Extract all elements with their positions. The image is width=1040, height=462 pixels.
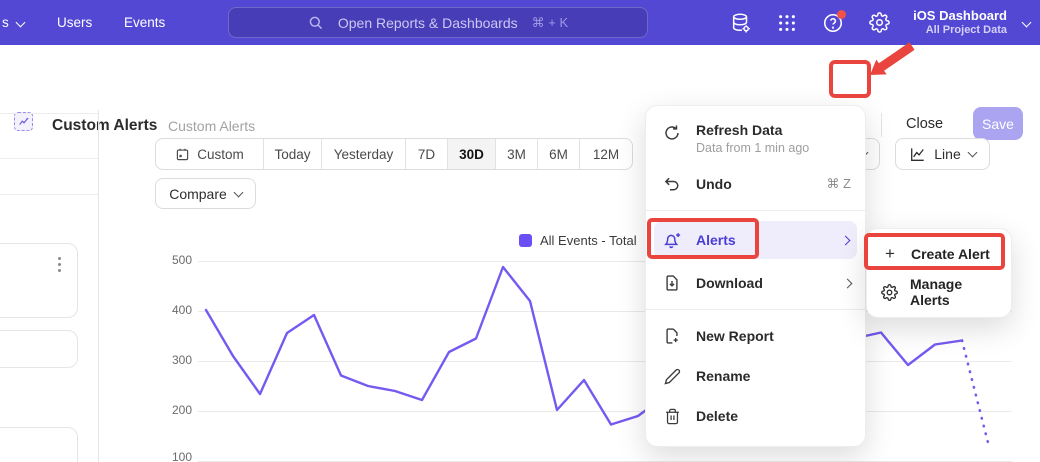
sidebar-card[interactable]	[0, 427, 78, 462]
project-switcher[interactable]: iOS Dashboard All Project Data	[913, 8, 1007, 38]
undo-shortcut: ⌘ Z	[826, 176, 851, 192]
global-search[interactable]: Open Reports & Dashboards ⌘ + K	[228, 7, 648, 38]
chevron-down-icon	[15, 18, 25, 28]
range-30d-selected[interactable]: 30D	[448, 139, 496, 169]
sidebar-row-divider	[0, 158, 98, 159]
breadcrumb[interactable]: Custom Alerts	[168, 118, 255, 134]
chevron-right-icon	[841, 235, 851, 245]
top-nav-bar: s Users Events Open Reports & Dashboards…	[0, 0, 1040, 45]
calendar-icon	[175, 147, 190, 162]
undo-icon	[662, 175, 682, 193]
range-12m[interactable]: 12M	[580, 139, 632, 169]
gear-icon	[881, 284, 898, 301]
legend-label: All Events - Total	[540, 233, 637, 248]
submenu-item-create-alert[interactable]: + Create Alert	[867, 235, 1011, 273]
y-axis-tick: 100	[160, 450, 192, 462]
y-axis-tick: 400	[160, 303, 192, 317]
project-chevron-down-icon	[1022, 18, 1032, 28]
file-plus-icon	[662, 327, 682, 345]
nav-item-users[interactable]: Users	[57, 0, 92, 45]
line-chart-icon	[909, 146, 926, 163]
plus-icon: +	[881, 244, 899, 264]
alert-bell-plus-icon	[662, 231, 682, 250]
menu-divider	[646, 210, 865, 211]
save-button[interactable]: Save	[973, 107, 1023, 140]
report-header-bar: Custom Alerts Custom Alerts GV Duplicate…	[0, 45, 1040, 108]
data-management-icon[interactable]	[729, 11, 753, 35]
project-name: iOS Dashboard	[913, 8, 1007, 24]
alerts-submenu: + Create Alert Manage Alerts	[866, 228, 1012, 318]
refresh-sublabel: Data from 1 min ago	[696, 141, 809, 155]
close-button[interactable]: Close	[906, 116, 943, 132]
menu-item-rename[interactable]: Rename	[646, 356, 865, 396]
legend-swatch	[519, 234, 532, 247]
y-axis-tick: 300	[160, 353, 192, 367]
kebab-menu-icon[interactable]	[58, 257, 61, 272]
chart-type-button[interactable]: Line	[895, 138, 990, 170]
pencil-icon	[662, 368, 682, 385]
menu-item-new-report[interactable]: New Report	[646, 316, 865, 356]
range-7d[interactable]: 7D	[406, 139, 448, 169]
download-file-icon	[662, 274, 682, 292]
sidebar-card[interactable]	[0, 243, 78, 318]
chart-legend[interactable]: All Events - Total	[519, 233, 637, 248]
search-icon	[308, 15, 324, 31]
help-icon[interactable]	[821, 11, 845, 35]
menu-divider	[646, 309, 865, 310]
settings-gear-icon[interactable]	[867, 11, 891, 35]
sidebar-row-divider	[0, 194, 98, 195]
menu-item-refresh-data[interactable]: Refresh Data Data from 1 min ago	[646, 114, 865, 164]
page-title: Custom Alerts	[52, 117, 157, 135]
apps-grid-icon[interactable]	[775, 11, 799, 35]
sidebar-divider	[98, 110, 99, 462]
date-range-segmented-control: Custom Today Yesterday 7D 30D 3M 6M 12M	[155, 138, 633, 170]
trash-icon	[662, 408, 682, 425]
nav-item-partial[interactable]: s	[2, 0, 24, 45]
range-today[interactable]: Today	[264, 139, 322, 169]
search-placeholder: Open Reports & Dashboards	[338, 15, 518, 31]
menu-item-alerts[interactable]: Alerts	[654, 221, 857, 259]
range-6m[interactable]: 6M	[538, 139, 580, 169]
sidebar-row-divider	[0, 113, 98, 114]
nav-partial-label: s	[2, 15, 9, 30]
app-window: s Users Events Open Reports & Dashboards…	[0, 0, 1040, 462]
range-yesterday[interactable]: Yesterday	[322, 139, 406, 169]
menu-item-download[interactable]: Download	[646, 263, 865, 303]
range-3m[interactable]: 3M	[496, 139, 538, 169]
chart-series-dotted	[962, 341, 989, 447]
y-axis-tick: 200	[160, 403, 192, 417]
compare-button[interactable]: Compare	[155, 178, 256, 209]
range-custom[interactable]: Custom	[156, 139, 264, 169]
chevron-right-icon	[843, 278, 853, 288]
report-chart-icon	[14, 112, 33, 131]
y-axis-tick: 500	[160, 253, 192, 267]
menu-item-undo[interactable]: Undo ⌘ Z	[646, 164, 865, 204]
menu-item-delete[interactable]: Delete	[646, 396, 865, 436]
submenu-item-manage-alerts[interactable]: Manage Alerts	[867, 273, 1011, 311]
chevron-down-icon	[967, 148, 977, 158]
nav-right-group: iOS Dashboard All Project Data	[729, 0, 1030, 45]
notification-dot	[837, 10, 846, 19]
project-scope: All Project Data	[913, 24, 1007, 38]
chevron-down-icon	[233, 187, 243, 197]
refresh-icon	[662, 124, 682, 142]
overflow-menu: Refresh Data Data from 1 min ago Undo ⌘ …	[645, 105, 866, 447]
sidebar-card[interactable]	[0, 330, 78, 368]
header-divider	[881, 113, 882, 137]
search-shortcut: ⌘ + K	[532, 15, 569, 31]
nav-item-events[interactable]: Events	[124, 0, 165, 45]
